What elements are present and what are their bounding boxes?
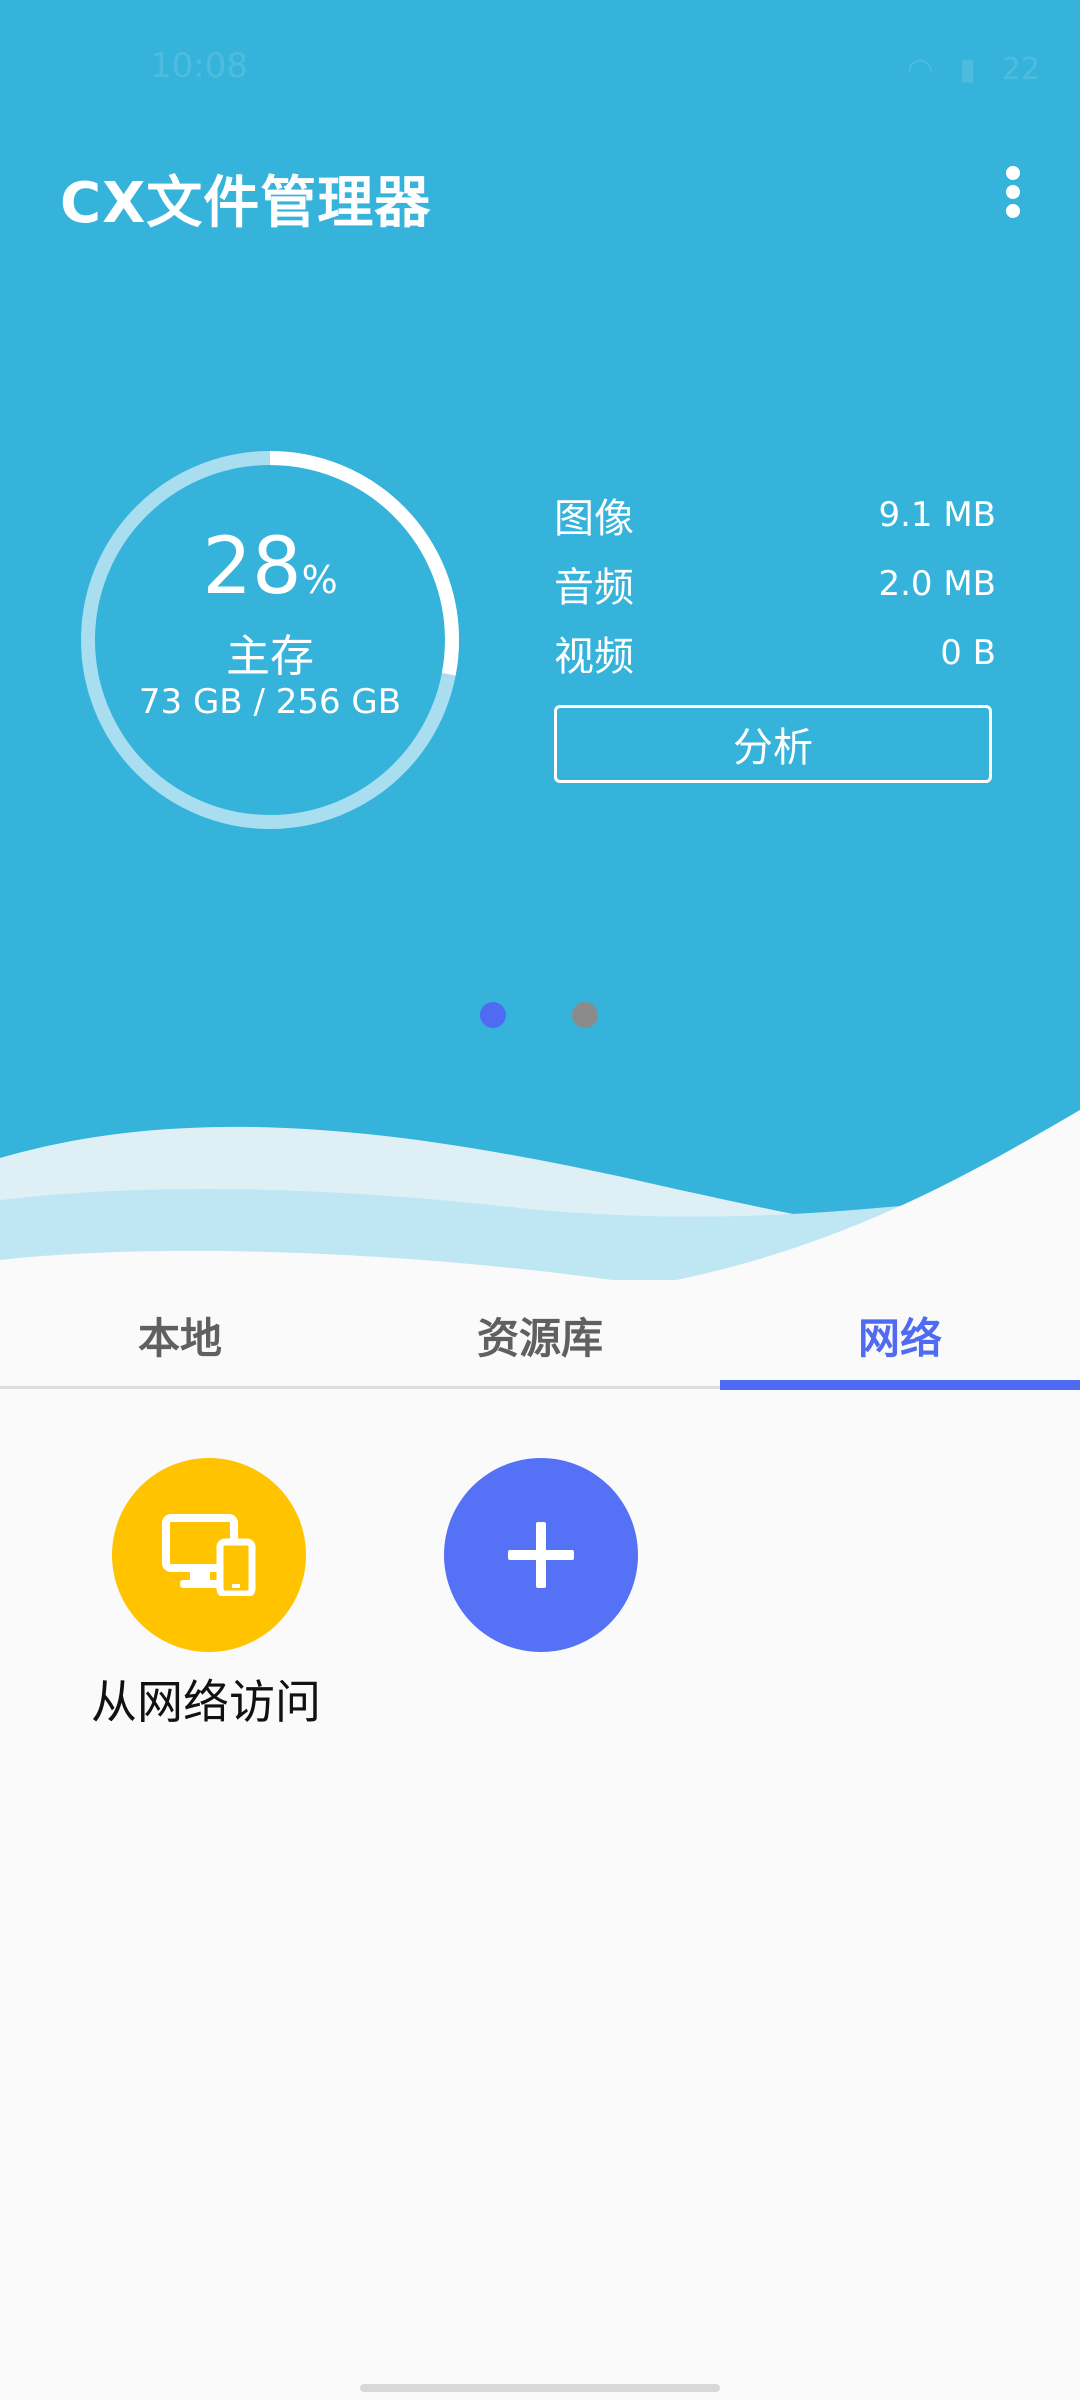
media-stats: 图像 9.1 MB 音频 2.0 MB 视频 0 B <box>554 480 996 687</box>
network-access-circle <box>112 1458 306 1652</box>
tab-local[interactable]: 本地 <box>0 1280 360 1390</box>
more-dot-icon <box>1006 166 1020 180</box>
tab-network[interactable]: 网络 <box>720 1280 1080 1390</box>
status-bar: 10:08 ◠ ▮ 22 <box>0 0 1080 140</box>
status-time: 10:08 <box>150 46 248 86</box>
page-dot-inactive[interactable] <box>572 1002 598 1028</box>
wifi-icon: ◠ <box>907 52 934 87</box>
storage-label: 主存 <box>226 631 314 682</box>
storage-ring[interactable]: 28% 主存 73 GB / 256 GB <box>80 450 460 830</box>
battery-icon: 22 <box>1001 52 1040 87</box>
stat-value: 2.0 MB <box>878 563 996 604</box>
stat-label: 音频 <box>554 564 634 611</box>
page-dot-active[interactable] <box>480 1002 506 1028</box>
more-dot-icon <box>1006 204 1020 218</box>
home-indicator[interactable] <box>360 2384 720 2392</box>
analyze-button[interactable]: 分析 <box>554 705 992 783</box>
stat-value: 0 B <box>940 632 996 673</box>
stat-value: 9.1 MB <box>878 494 996 535</box>
page-indicator <box>480 1002 600 1028</box>
storage-ring-text: 28% 主存 73 GB / 256 GB <box>80 450 460 830</box>
devices-icon <box>162 1514 256 1596</box>
tab-indicator <box>720 1380 1080 1390</box>
stat-row-audio[interactable]: 音频 2.0 MB <box>554 549 996 618</box>
network-access-label: 从网络访问 <box>91 1675 321 1729</box>
storage-usage: 73 GB / 256 GB <box>138 682 402 722</box>
tab-bar: 本地 资源库 网络 <box>0 1280 1080 1390</box>
wave-decoration <box>0 1110 1080 1280</box>
stat-label: 视频 <box>554 633 634 680</box>
plus-icon <box>508 1522 574 1588</box>
add-network-button[interactable] <box>444 1458 638 1652</box>
more-options-button[interactable] <box>990 160 1036 224</box>
storage-percent-unit: % <box>301 558 338 602</box>
tab-library[interactable]: 资源库 <box>360 1280 720 1390</box>
storage-percent-value: 28 <box>202 522 302 612</box>
stat-label: 图像 <box>554 495 634 542</box>
stat-row-images[interactable]: 图像 9.1 MB <box>554 480 996 549</box>
signal-icon: ▮ <box>959 52 976 87</box>
more-dot-icon <box>1006 185 1020 199</box>
storage-percent: 28% <box>80 528 460 606</box>
app-title: CX文件管理器 <box>60 171 432 236</box>
status-icons: ◠ ▮ 22 <box>907 52 1040 87</box>
stat-row-video[interactable]: 视频 0 B <box>554 618 996 687</box>
storage-hero: 10:08 ◠ ▮ 22 CX文件管理器 28% 主存 73 GB / 256 … <box>0 0 1080 1280</box>
